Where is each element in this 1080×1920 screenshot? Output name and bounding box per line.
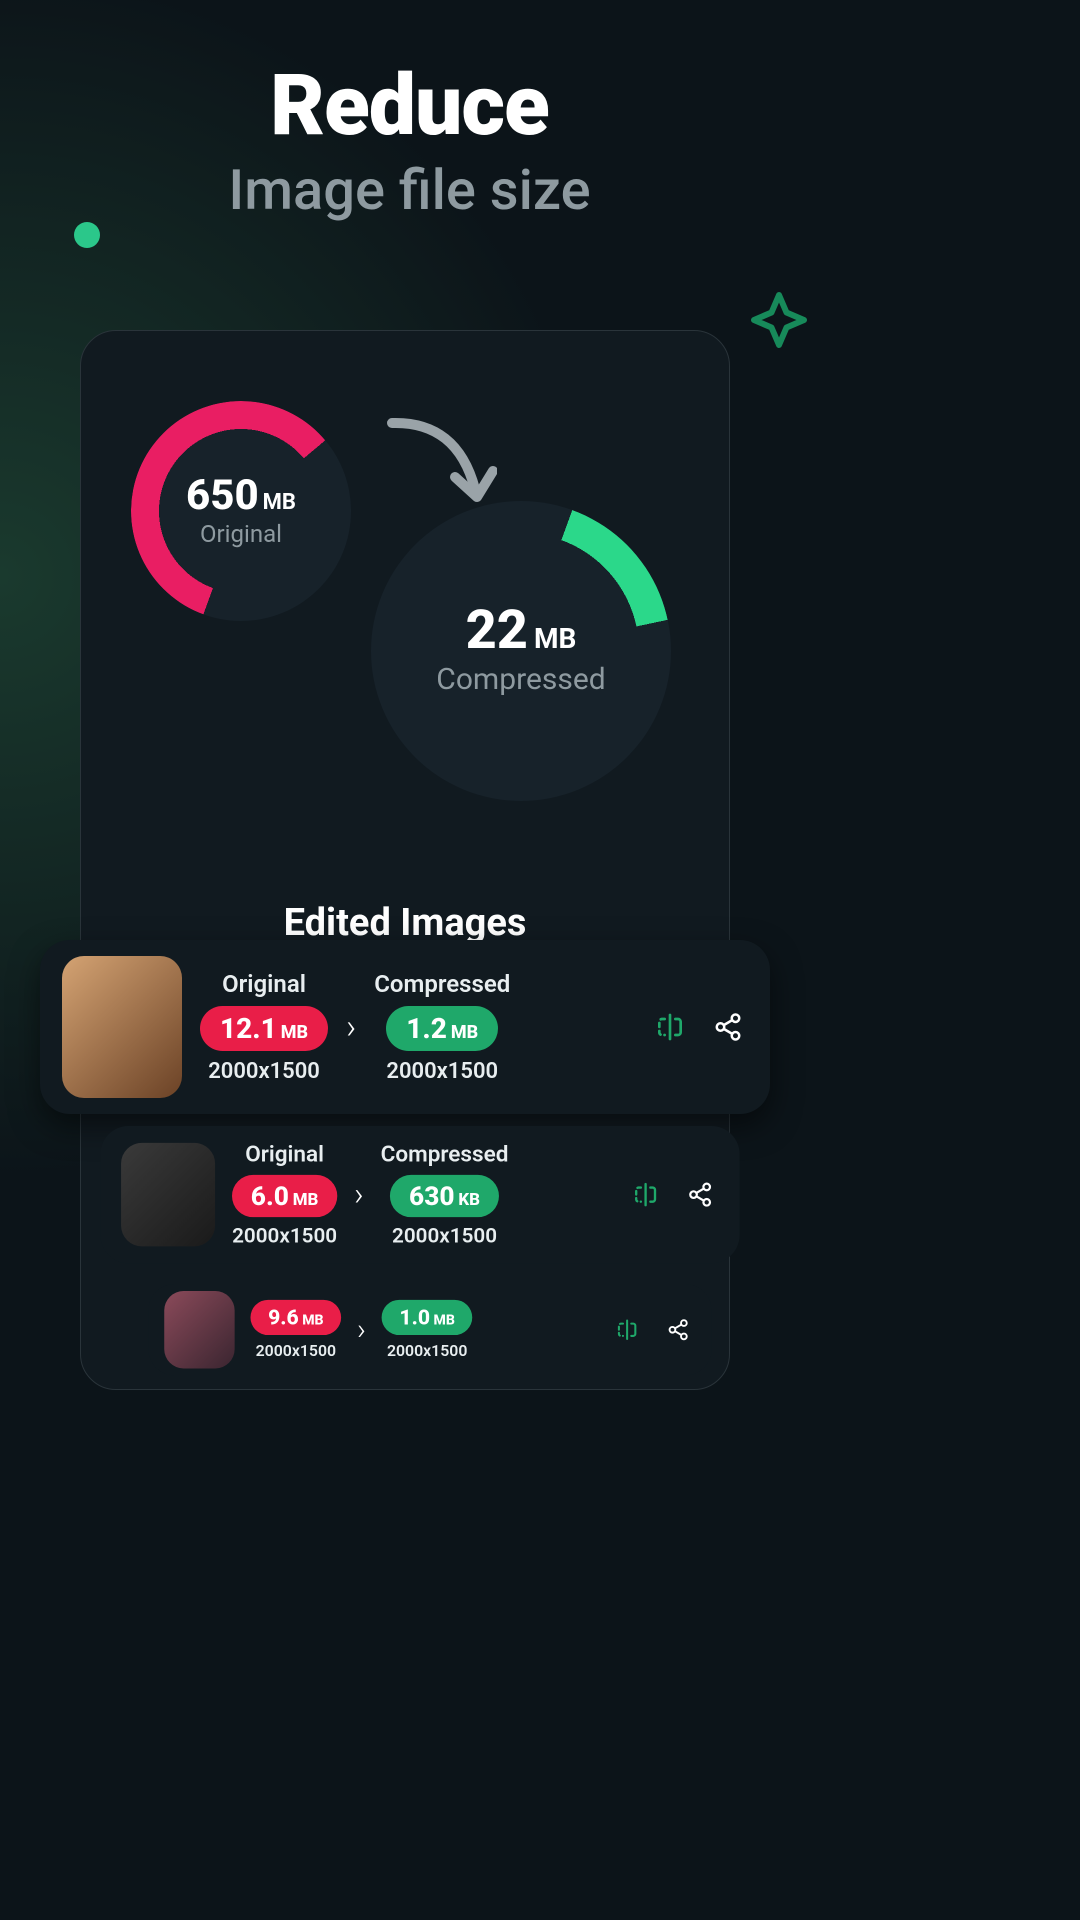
original-size-pill: 12.1MB: [200, 1006, 328, 1051]
compare-button[interactable]: [627, 1176, 665, 1214]
compressed-column: Compressed 1.2MB 2000x1500: [374, 970, 510, 1084]
list-item[interactable]: Original 12.1MB 2000x1500 › Compressed 1…: [40, 940, 770, 1114]
edited-images-list: Original 12.1MB 2000x1500 › Compressed 1…: [40, 940, 770, 1400]
hero-header: Reduce Image file size: [0, 0, 819, 223]
arrow-icon: [377, 411, 497, 521]
compressed-size-unit: MB: [534, 622, 576, 655]
original-size-pill: 9.6MB: [250, 1299, 341, 1334]
image-thumbnail: [121, 1143, 215, 1246]
compressed-ring-label: 22MB Compressed: [371, 599, 671, 697]
original-column: Original 9.6MB 2000x1500: [250, 1299, 341, 1360]
original-size-pill: 6.0MB: [232, 1175, 337, 1217]
original-header: Original: [200, 970, 328, 998]
original-dimensions: 2000x1500: [200, 1059, 328, 1084]
hero-title: Reduce: [0, 56, 819, 155]
original-size-unit: MB: [263, 490, 296, 515]
chevron-right-icon: ›: [354, 1176, 364, 1214]
original-dimensions: 2000x1500: [232, 1225, 337, 1249]
compressed-header: Compressed: [381, 1141, 509, 1167]
size-comparison: 650MB Original 22MB Compressed: [111, 371, 699, 801]
original-header: Original: [232, 1141, 337, 1167]
compare-button[interactable]: [650, 1007, 690, 1047]
compressed-label: Compressed: [371, 662, 671, 697]
original-label: Original: [131, 520, 351, 548]
image-thumbnail: [62, 956, 182, 1098]
compressed-header: Compressed: [374, 970, 510, 998]
compressed-size-pill: 1.0MB: [382, 1299, 473, 1334]
original-column: Original 6.0MB 2000x1500: [232, 1141, 337, 1248]
image-thumbnail: [164, 1291, 234, 1368]
decoration-dot: [74, 222, 100, 248]
compressed-dimensions: 2000x1500: [381, 1225, 509, 1249]
original-size-value: 650: [186, 471, 259, 520]
chevron-right-icon: ›: [346, 1007, 356, 1047]
list-item[interactable]: Original 9.6MB 2000x1500 › Compressed 1.…: [148, 1284, 711, 1376]
original-dimensions: 2000x1500: [250, 1342, 341, 1360]
share-button[interactable]: [681, 1176, 719, 1214]
compressed-column: Compressed 1.0MB 2000x1500: [382, 1299, 473, 1360]
original-column: Original 12.1MB 2000x1500: [200, 970, 328, 1084]
section-title: Edited Images: [111, 901, 699, 945]
compare-button[interactable]: [610, 1312, 645, 1347]
compressed-dimensions: 2000x1500: [382, 1342, 473, 1360]
sparkle-icon: [749, 290, 809, 350]
compressed-size-value: 22: [466, 599, 528, 662]
hero-subtitle: Image file size: [0, 157, 819, 223]
compressed-dimensions: 2000x1500: [374, 1059, 510, 1084]
compressed-column: Compressed 630KB 2000x1500: [381, 1141, 509, 1248]
list-item[interactable]: Original 6.0MB 2000x1500 › Compressed 63…: [100, 1126, 739, 1263]
share-button[interactable]: [708, 1007, 748, 1047]
compressed-size-pill: 1.2MB: [386, 1006, 498, 1051]
chevron-right-icon: ›: [357, 1312, 366, 1347]
share-button[interactable]: [661, 1312, 696, 1347]
compressed-size-pill: 630KB: [390, 1175, 499, 1217]
original-ring-label: 650MB Original: [131, 471, 351, 548]
